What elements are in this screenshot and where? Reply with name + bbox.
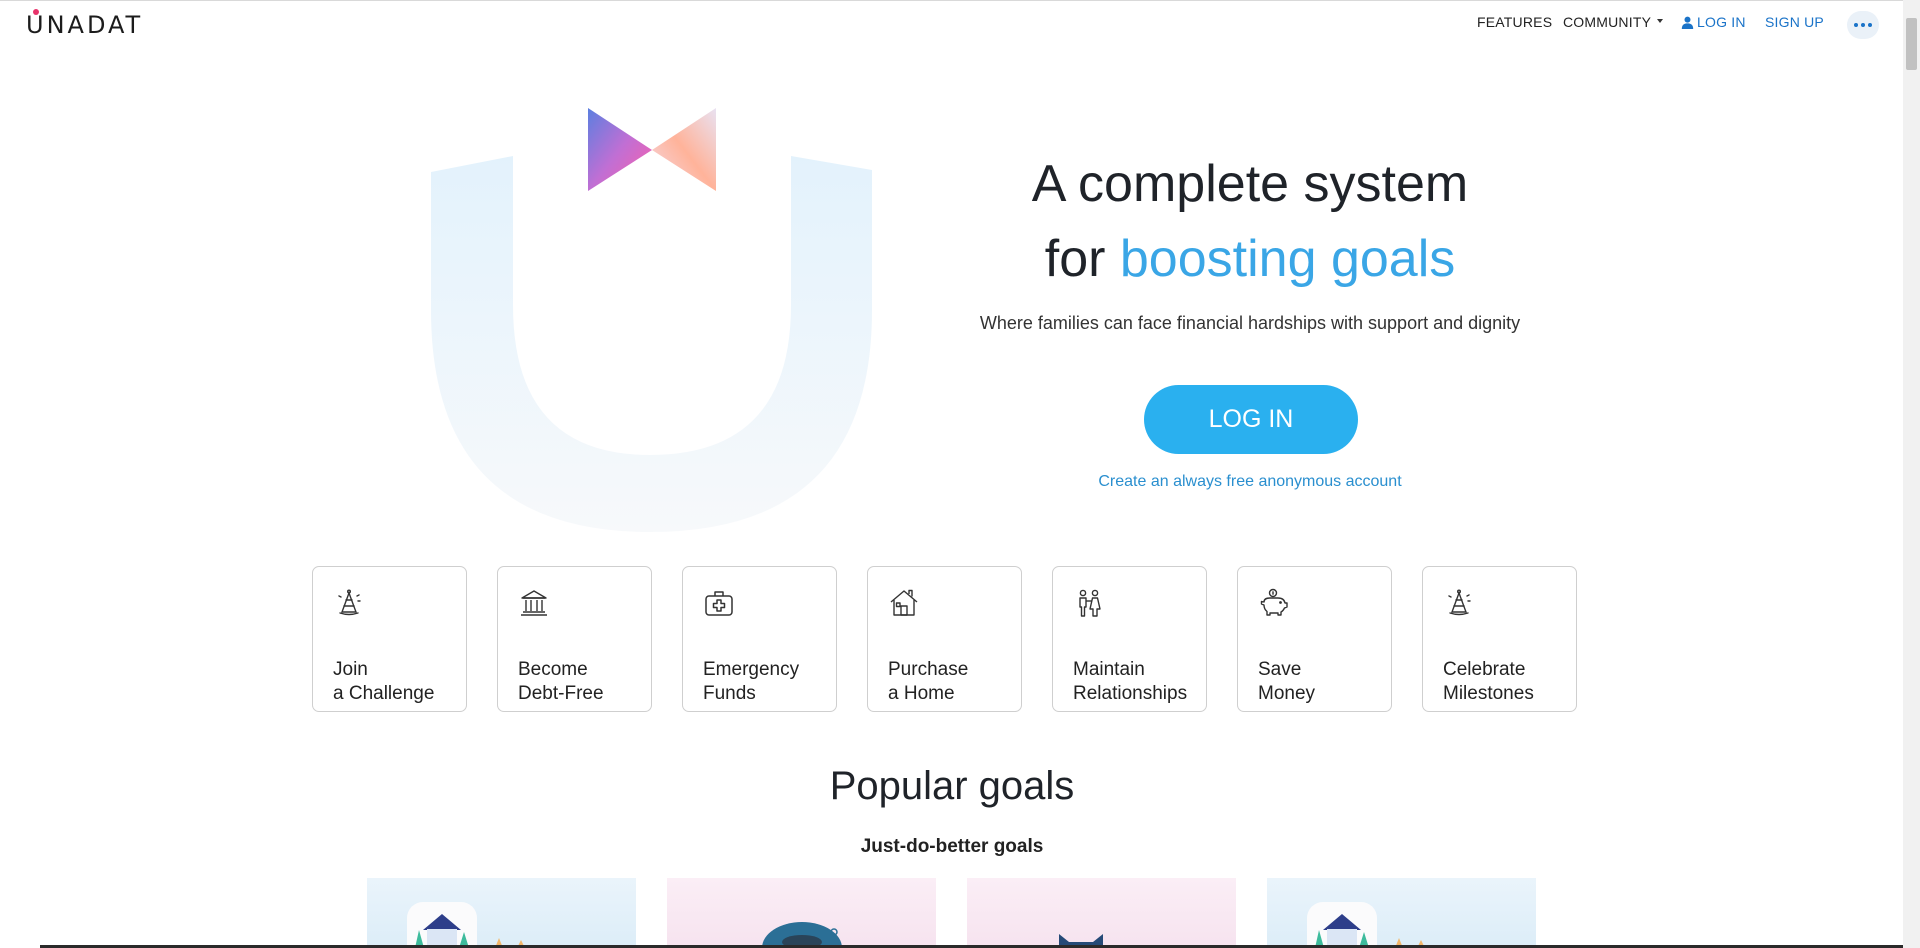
category-card-join-challenge[interactable]: Join a Challenge — [312, 566, 467, 712]
caret-down-icon — [1657, 19, 1664, 24]
category-card-celebrate-milestones[interactable]: Celebrate Milestones — [1422, 566, 1577, 712]
goal-thumbnail[interactable] — [1267, 878, 1536, 948]
category-card-relationships[interactable]: Maintain Relationships — [1052, 566, 1207, 712]
goal-thumbnail[interactable] — [367, 878, 636, 948]
party-hat-icon — [338, 589, 361, 616]
horned-creature-illustration-icon — [1059, 934, 1103, 948]
page-scrollbar[interactable] — [1903, 0, 1920, 948]
logo-dot — [33, 9, 39, 15]
goal-thumbnails — [367, 878, 1536, 948]
goal-thumbnail[interactable] — [967, 878, 1236, 948]
category-label: Celebrate Milestones — [1443, 659, 1534, 704]
category-card-purchase-home[interactable]: Purchase a Home — [867, 566, 1022, 712]
party-hat-icon — [1448, 589, 1471, 616]
category-label: Join a Challenge — [333, 659, 435, 704]
hero-subtitle: Where families can face financial hardsh… — [979, 313, 1521, 333]
category-label: Save Money — [1258, 659, 1316, 704]
user-icon — [1681, 16, 1694, 29]
hero-title-accent: boosting goals — [1119, 230, 1456, 288]
nav-community[interactable]: COMMUNITY — [1563, 14, 1664, 30]
create-account-link[interactable]: Create an always free anonymous account — [900, 473, 1600, 491]
category-label: Purchase a Home — [888, 659, 969, 704]
hero-title-line1: A complete system — [1031, 155, 1469, 213]
category-card-save-money[interactable]: Save Money — [1237, 566, 1392, 712]
nav-login-label: LOG IN — [1697, 14, 1746, 30]
goal-thumbnail[interactable] — [667, 878, 936, 948]
nav-signup[interactable]: SIGN UP — [1765, 14, 1824, 30]
popular-goals-subtitle: Just-do-better goals — [860, 836, 1044, 857]
category-card-emergency-funds[interactable]: Emergency Funds — [682, 566, 837, 712]
category-cards: Join a Challenge Become Debt-Free Emergenc… — [312, 566, 1577, 712]
first-aid-kit-icon — [705, 591, 733, 616]
scrollbar-thumb[interactable] — [1906, 18, 1917, 70]
popular-goals-title: Popular goals — [829, 764, 1075, 808]
brand-name: UNADAT — [26, 11, 144, 39]
bank-icon — [521, 590, 547, 616]
brand-logo[interactable]: UNADAT — [26, 9, 144, 39]
category-card-debt-free[interactable]: Become Debt-Free — [497, 566, 652, 712]
more-dots-icon[interactable] — [1847, 11, 1879, 39]
category-label: Become Debt-Free — [518, 659, 604, 704]
hero-u-bowtie-graphic — [431, 108, 872, 532]
hero-title-line2: for boosting goals — [900, 233, 1600, 285]
nav-login[interactable]: LOG IN — [1681, 14, 1746, 30]
hero-login-button[interactable]: LOG IN — [1144, 385, 1358, 454]
top-border — [0, 0, 1903, 1]
hero-title-prefix: for — [1044, 230, 1120, 288]
category-label: Maintain Relationships — [1073, 659, 1188, 704]
house-illustration-icon — [407, 902, 525, 948]
house-icon — [890, 589, 918, 616]
nav-features[interactable]: FEATURES — [1477, 14, 1552, 30]
piggy-bank-icon — [1260, 588, 1288, 616]
category-label: Emergency Funds — [703, 659, 800, 704]
monster-illustration-icon — [762, 922, 842, 948]
couple-icon — [1079, 589, 1101, 617]
house-illustration-icon — [1307, 902, 1425, 948]
nav-community-label: COMMUNITY — [1563, 14, 1652, 30]
